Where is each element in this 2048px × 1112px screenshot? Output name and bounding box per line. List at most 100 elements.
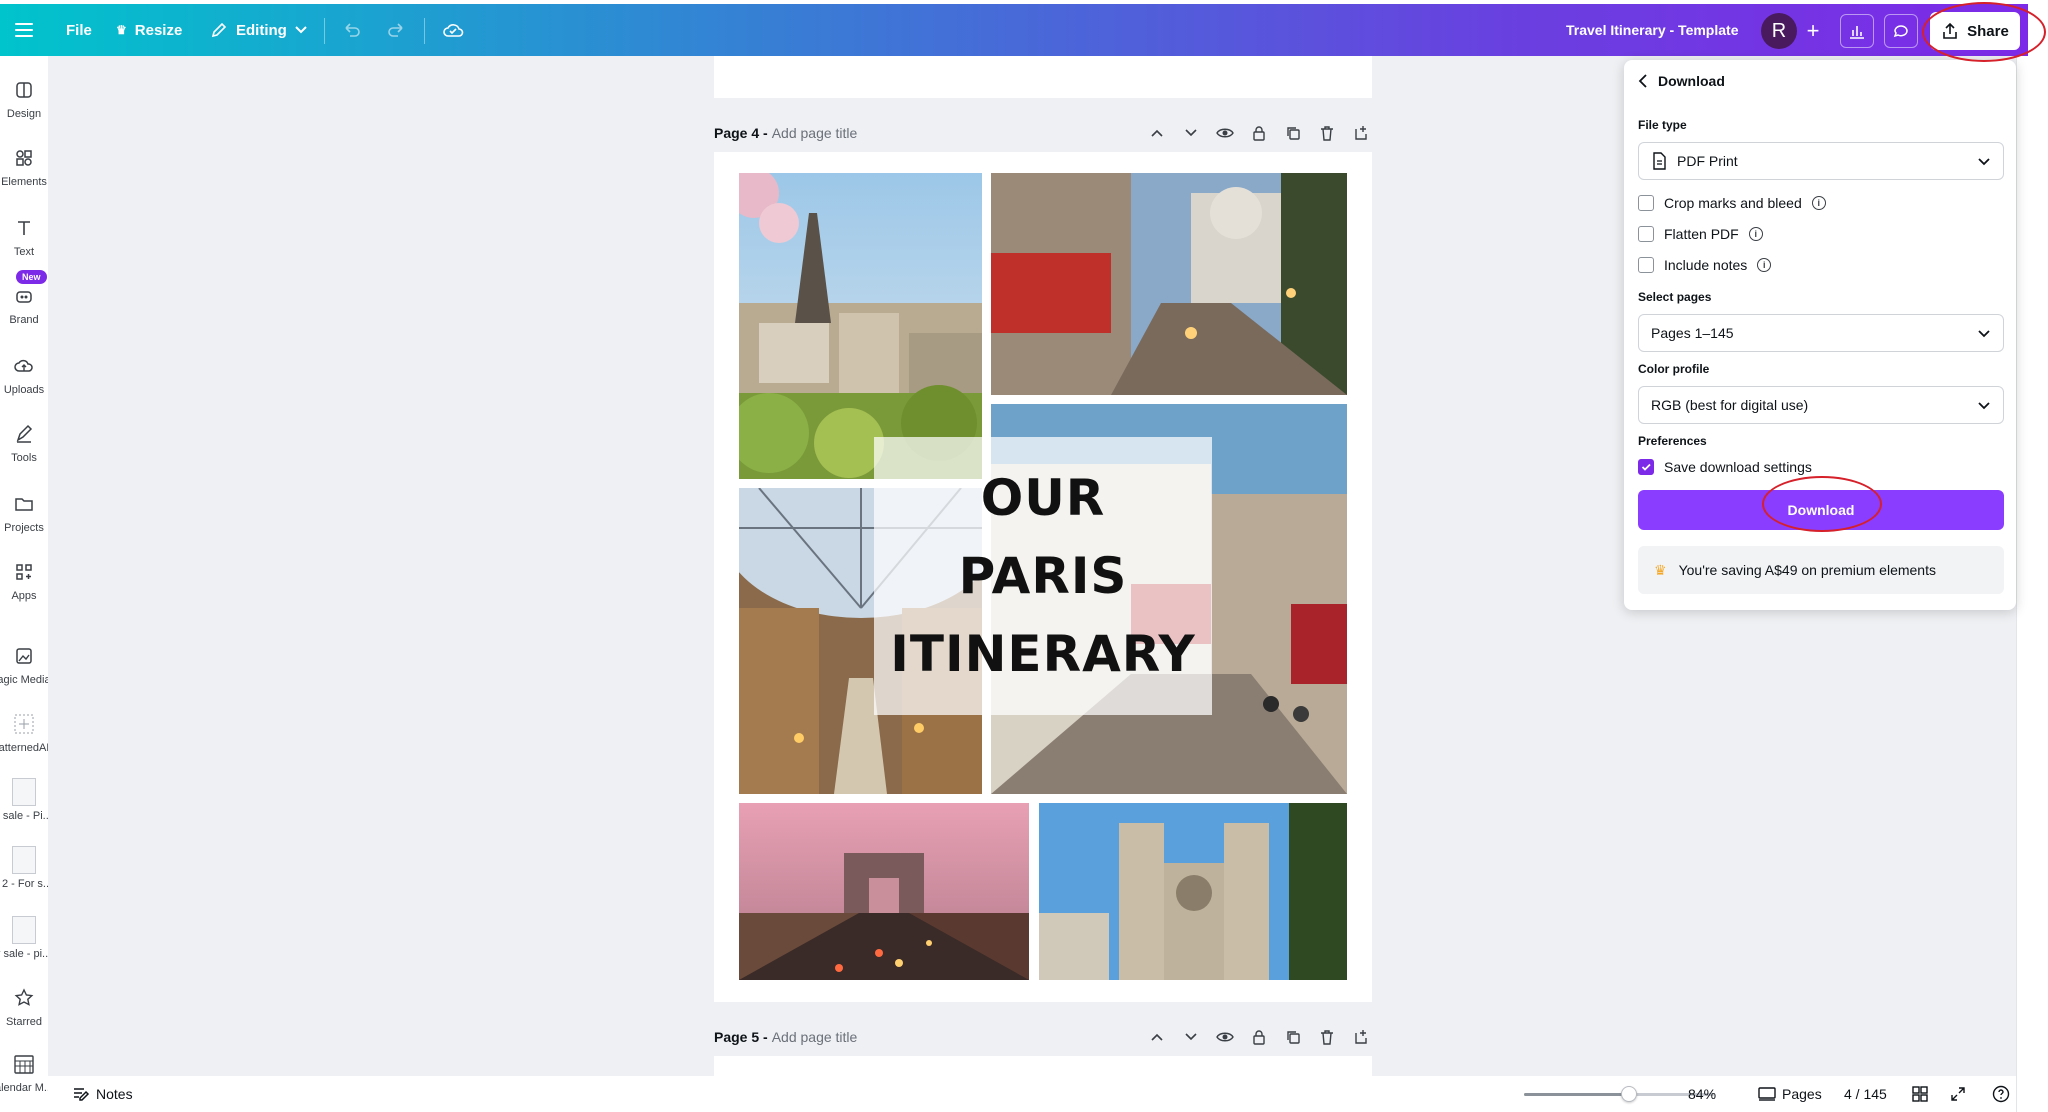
sidebar-item-app-thumbnail[interactable]: r sale - pi... bbox=[0, 916, 51, 960]
photo-notre-dame[interactable] bbox=[1039, 803, 1347, 980]
tools-icon bbox=[12, 422, 36, 446]
chevron-up-icon[interactable] bbox=[1146, 1026, 1168, 1048]
sidebar-item-label: Elements bbox=[1, 176, 47, 188]
help-icon bbox=[1992, 1085, 2010, 1103]
sidebar-item-star[interactable]: Starred bbox=[0, 986, 48, 1028]
zoom-percent[interactable]: 84% bbox=[1688, 1076, 1716, 1112]
redo-button[interactable] bbox=[386, 4, 406, 56]
add-page-icon[interactable] bbox=[1350, 122, 1372, 144]
page-counter[interactable]: 4 / 145 bbox=[1844, 1076, 1887, 1112]
fullscreen-button[interactable] bbox=[1950, 1076, 1966, 1112]
insights-button[interactable] bbox=[1840, 14, 1874, 48]
lock-icon[interactable] bbox=[1248, 122, 1270, 144]
sidebar-item-design[interactable]: Design bbox=[0, 78, 48, 120]
select-pages-dropdown[interactable]: Pages 1–145 bbox=[1638, 314, 2004, 352]
info-icon[interactable]: i bbox=[1757, 258, 1772, 272]
flatten-pdf-option[interactable]: Flatten PDF i bbox=[1638, 223, 1763, 245]
info-icon[interactable]: i bbox=[1748, 227, 1763, 241]
sidebar-item-label: alendar M... bbox=[0, 1082, 54, 1094]
bottom-bar: Notes 84% Pages 4 / 145 bbox=[48, 1076, 2028, 1112]
photo-arc-de-triomphe[interactable] bbox=[739, 803, 1029, 980]
photo-eiffel-tower[interactable] bbox=[739, 173, 982, 479]
color-profile-dropdown[interactable]: RGB (best for digital use) bbox=[1638, 386, 2004, 424]
grid-view-button[interactable] bbox=[1912, 1076, 1928, 1112]
editing-mode-dropdown[interactable]: Editing bbox=[210, 4, 307, 56]
notes-button[interactable]: Notes bbox=[72, 1076, 133, 1112]
duplicate-icon[interactable] bbox=[1282, 1026, 1304, 1048]
sidebar-item-label: Tools bbox=[11, 452, 37, 464]
sidebar-item-magic-media[interactable]: agic Media bbox=[0, 644, 51, 686]
sidebar-item-folder[interactable]: Projects bbox=[0, 492, 48, 534]
file-type-label: File type bbox=[1638, 118, 1687, 132]
page-5-canvas[interactable] bbox=[714, 1056, 1372, 1076]
flatten-pdf-checkbox[interactable] bbox=[1638, 226, 1654, 242]
document-icon bbox=[1653, 152, 1666, 170]
page-3-bottom[interactable] bbox=[714, 56, 1372, 98]
hide-eye-icon[interactable] bbox=[1214, 1026, 1236, 1048]
include-notes-option[interactable]: Include notes i bbox=[1638, 254, 1772, 276]
page-number: Page 4 - bbox=[714, 125, 768, 141]
chevron-down-icon[interactable] bbox=[1180, 1026, 1202, 1048]
sidebar-item-apps[interactable]: Apps bbox=[0, 560, 48, 602]
sidebar-item-text[interactable]: Text bbox=[0, 216, 48, 258]
undo-button[interactable] bbox=[342, 4, 362, 56]
comment-icon bbox=[1893, 25, 1908, 38]
chevron-down-icon bbox=[1978, 402, 1990, 410]
share-button[interactable]: Share bbox=[1930, 12, 2020, 50]
document-title[interactable]: Travel Itinerary - Template bbox=[1566, 4, 1738, 56]
chevron-down-icon[interactable] bbox=[1180, 122, 1202, 144]
trash-icon[interactable] bbox=[1316, 122, 1338, 144]
page-actions bbox=[1146, 122, 1372, 144]
sidebar-item-patternedai[interactable]: atternedAI bbox=[0, 712, 49, 754]
pages-button[interactable]: Pages bbox=[1758, 1076, 1822, 1112]
add-page-icon[interactable] bbox=[1350, 1026, 1372, 1048]
chevron-down-icon bbox=[1978, 330, 1990, 338]
sidebar-item-brand[interactable]: Brand bbox=[0, 284, 48, 326]
panel-header[interactable]: Download bbox=[1638, 66, 1725, 96]
sidebar-item-label: Text bbox=[13, 246, 35, 258]
zoom-slider-thumb[interactable] bbox=[1620, 1086, 1637, 1102]
avatar[interactable]: R bbox=[1761, 13, 1797, 49]
page-title-input[interactable]: Add page title bbox=[772, 125, 858, 141]
invite-button[interactable]: + bbox=[1796, 14, 1830, 48]
crop-marks-checkbox[interactable] bbox=[1638, 195, 1654, 211]
sidebar-item-app-thumbnail[interactable]: r sale - Pi... bbox=[0, 778, 52, 822]
brand-icon bbox=[12, 284, 36, 308]
duplicate-icon[interactable] bbox=[1282, 122, 1304, 144]
save-settings-option[interactable]: Save download settings bbox=[1638, 456, 1812, 478]
hamburger-icon bbox=[15, 23, 33, 37]
download-button[interactable]: Download bbox=[1638, 490, 2004, 530]
sidebar-item-tools[interactable]: Tools bbox=[0, 422, 48, 464]
hide-eye-icon[interactable] bbox=[1214, 122, 1236, 144]
cloud-save-button[interactable] bbox=[442, 4, 464, 56]
sidebar-item-uploads[interactable]: Uploads bbox=[0, 354, 48, 396]
itinerary-title-box[interactable]: OUR PARIS ITINERARY bbox=[874, 437, 1212, 715]
file-menu[interactable]: File bbox=[66, 4, 92, 56]
notes-icon bbox=[74, 1088, 90, 1101]
lock-icon[interactable] bbox=[1248, 1026, 1270, 1048]
crown-icon: ♛ bbox=[116, 23, 127, 37]
chevron-up-icon[interactable] bbox=[1146, 122, 1168, 144]
grid-icon bbox=[1912, 1086, 1928, 1102]
sidebar-item-label: Starred bbox=[5, 1016, 43, 1028]
crop-marks-option[interactable]: Crop marks and bleed i bbox=[1638, 192, 1826, 214]
toolbar-divider bbox=[424, 18, 425, 44]
sidebar-item-calendar[interactable]: alendar M... bbox=[0, 1052, 53, 1094]
sidebar-item-app-thumbnail[interactable]: t 2 - For s... bbox=[0, 846, 52, 890]
resize-button[interactable]: ♛ Resize bbox=[116, 4, 182, 56]
sidebar-item-elements[interactable]: Elements bbox=[0, 146, 48, 188]
sidebar-item-label: Uploads bbox=[3, 384, 45, 396]
photo-montmartre-street[interactable] bbox=[991, 173, 1347, 395]
chevron-left-icon[interactable] bbox=[1638, 74, 1648, 88]
zoom-slider[interactable] bbox=[1524, 1086, 1714, 1102]
help-button[interactable] bbox=[1992, 1076, 2010, 1112]
save-settings-checkbox[interactable] bbox=[1638, 459, 1654, 475]
file-type-select[interactable]: PDF Print bbox=[1638, 142, 2004, 180]
info-icon[interactable]: i bbox=[1811, 196, 1826, 210]
new-badge: New bbox=[16, 270, 47, 284]
menu-button[interactable] bbox=[14, 4, 34, 56]
trash-icon[interactable] bbox=[1316, 1026, 1338, 1048]
comments-button[interactable] bbox=[1884, 14, 1918, 48]
include-notes-checkbox[interactable] bbox=[1638, 257, 1654, 273]
page-title-input[interactable]: Add page title bbox=[772, 1029, 858, 1045]
